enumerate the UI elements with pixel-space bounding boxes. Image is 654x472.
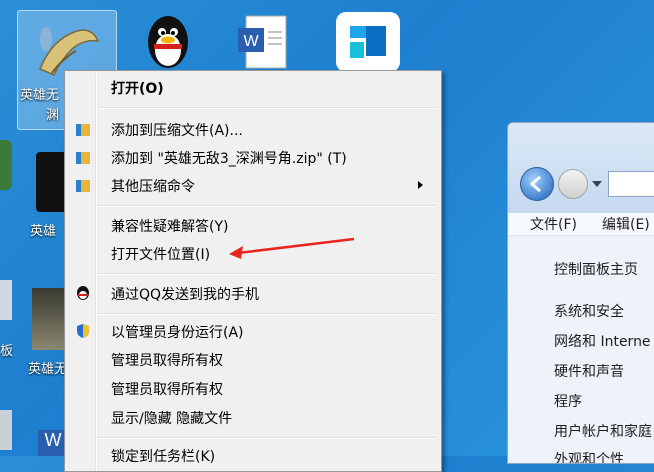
annotation-arrow [229,237,355,259]
